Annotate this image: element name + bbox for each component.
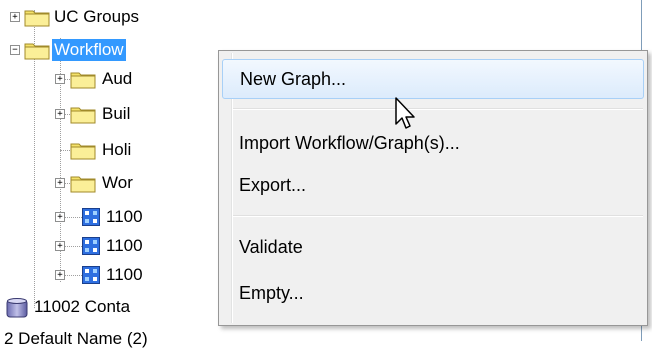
menu-item-import[interactable]: Import Workflow/Graph(s)... bbox=[222, 123, 644, 163]
context-menu: New Graph... Import Workflow/Graph(s)...… bbox=[218, 50, 648, 326]
tree-item-workflow[interactable]: − Workflow bbox=[0, 37, 220, 63]
folder-icon bbox=[24, 10, 50, 27]
expand-icon[interactable]: + bbox=[10, 12, 20, 22]
graph-icon bbox=[82, 237, 100, 255]
collapse-icon[interactable]: − bbox=[10, 45, 20, 55]
tree-item-default-name[interactable]: 2 Default Name (2) bbox=[0, 326, 220, 352]
folder-icon bbox=[24, 43, 50, 60]
tree-item-graph[interactable]: + 1100 bbox=[0, 204, 220, 230]
tree-item-wor[interactable]: + Wor bbox=[0, 170, 220, 196]
tree-item-label: Wor bbox=[102, 173, 133, 192]
tree-item-label: 1100 bbox=[106, 207, 143, 226]
tree-item-label: 1100 bbox=[106, 236, 143, 255]
tree-item-label: Holi bbox=[102, 140, 132, 159]
menu-item-label: New Graph... bbox=[240, 68, 347, 89]
tree-item-holi[interactable]: Holi bbox=[0, 137, 220, 163]
tree-item-label: 1100 bbox=[106, 265, 143, 284]
menu-item-empty[interactable]: Empty... bbox=[222, 273, 644, 313]
menu-item-label: Export... bbox=[239, 174, 307, 195]
tree-item-graph[interactable]: + 1100 bbox=[0, 262, 220, 288]
menu-item-validate[interactable]: Validate bbox=[222, 227, 644, 267]
tree-item-buil[interactable]: + Buil bbox=[0, 101, 220, 127]
menu-separator bbox=[233, 108, 643, 110]
menu-item-new-graph[interactable]: New Graph... bbox=[222, 59, 644, 99]
tree-item-graph[interactable]: + 1100 bbox=[0, 233, 220, 259]
menu-item-export[interactable]: Export... bbox=[222, 165, 644, 205]
tree-item-label: 2 Default Name (2) bbox=[4, 329, 148, 348]
expand-icon[interactable]: + bbox=[55, 74, 65, 84]
menu-item-label: Validate bbox=[239, 236, 303, 257]
expand-icon[interactable]: + bbox=[55, 109, 65, 119]
menu-separator bbox=[233, 215, 643, 217]
container-icon bbox=[6, 298, 28, 318]
graph-icon bbox=[82, 208, 100, 226]
tree-item-label: UC Groups bbox=[54, 7, 140, 26]
folder-icon bbox=[70, 176, 96, 193]
expand-icon[interactable]: + bbox=[55, 241, 65, 251]
folder-icon bbox=[70, 107, 96, 124]
expand-icon[interactable]: + bbox=[55, 270, 65, 280]
tree-item-uc-groups[interactable]: + UC Groups bbox=[0, 4, 220, 30]
mouse-cursor-icon bbox=[395, 97, 415, 129]
expand-icon[interactable]: + bbox=[55, 178, 65, 188]
tree-item-label: 11002 Conta bbox=[34, 297, 131, 316]
graph-icon bbox=[82, 266, 100, 284]
menu-item-label: Empty... bbox=[239, 282, 304, 303]
expand-icon[interactable]: + bbox=[55, 212, 65, 222]
tree-item-container[interactable]: 11002 Conta bbox=[0, 294, 220, 320]
tree-item-label: Buil bbox=[102, 104, 131, 123]
menu-item-label: Import Workflow/Graph(s)... bbox=[239, 132, 460, 153]
tree-item-aud[interactable]: + Aud bbox=[0, 66, 220, 92]
tree-item-label-selected: Workflow bbox=[52, 39, 126, 61]
tree-item-label: Aud bbox=[102, 69, 133, 88]
folder-icon bbox=[70, 143, 96, 160]
folder-icon bbox=[70, 72, 96, 89]
tree-panel: + UC Groups − Workflow + Aud + Buil Holi… bbox=[0, 0, 648, 348]
